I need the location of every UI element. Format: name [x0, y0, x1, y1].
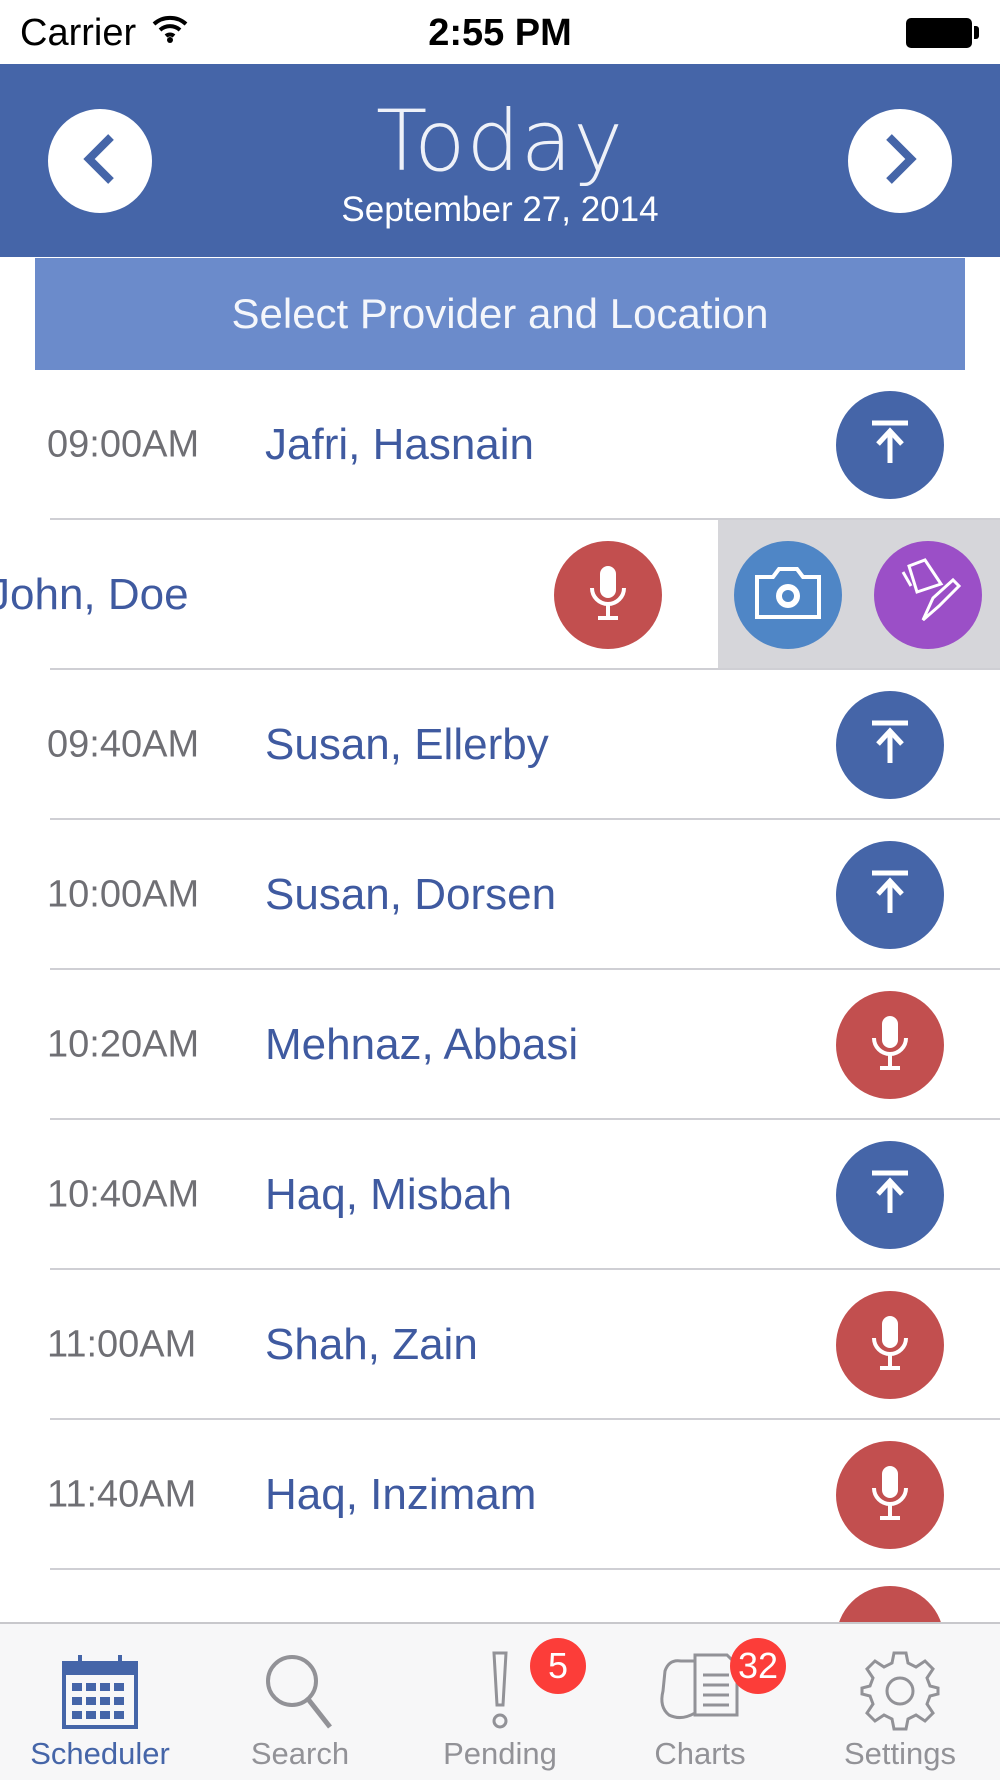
list-item[interactable]: 11:40AM Haq, Inzimam — [0, 1420, 1000, 1570]
tab-search[interactable]: Search — [200, 1624, 400, 1780]
date-header: Today September 27, 2014 — [0, 64, 1000, 257]
upload-icon — [866, 719, 914, 772]
appointment-time: 11:40AM — [47, 1473, 197, 1516]
calendar-icon — [55, 1646, 145, 1736]
upload-button[interactable] — [836, 391, 944, 499]
status-bar: Carrier 2:55 PM — [0, 0, 1000, 64]
list-item[interactable]: 09:40AM Susan, Ellerby — [0, 670, 1000, 820]
tab-pending[interactable]: Pending 5 — [400, 1624, 600, 1780]
list-item[interactable]: 10:20AM Mehnaz, Abbasi — [0, 970, 1000, 1120]
patient-name: Susan, Ellerby — [265, 720, 549, 769]
microphone-icon — [868, 1014, 912, 1077]
tab-charts[interactable]: Charts 32 — [600, 1624, 800, 1780]
tab-label: Search — [250, 1736, 350, 1771]
tab-label: Scheduler — [30, 1736, 170, 1771]
battery-icon — [906, 18, 972, 48]
upload-button[interactable] — [836, 1141, 944, 1249]
tab-bar: Scheduler Search Pending 5 Charts 32 Set… — [0, 1622, 1000, 1780]
patient-name: Susan, Dorsen — [265, 870, 557, 919]
appointment-time: 10:40AM — [47, 1173, 200, 1216]
record-button[interactable] — [836, 991, 944, 1099]
pending-badge: 5 — [530, 1638, 586, 1694]
patient-name: Shah, Zain — [265, 1320, 478, 1369]
appointment-time: 10:20AM — [47, 1023, 200, 1066]
list-item[interactable]: 10:40AM Haq, Misbah — [0, 1120, 1000, 1270]
gear-icon — [855, 1646, 945, 1736]
tab-label: Charts — [654, 1736, 746, 1771]
tab-scheduler[interactable]: Scheduler — [0, 1624, 200, 1780]
pencil-icon — [893, 557, 963, 633]
microphone-icon — [868, 1314, 912, 1377]
list-item[interactable]: 11:00AM Shah, Zain — [0, 1270, 1000, 1420]
upload-icon — [866, 869, 914, 922]
list-item[interactable]: 09:00AM Jafri, Hasnain — [0, 370, 1000, 520]
tab-label: Settings — [843, 1736, 956, 1771]
tab-settings[interactable]: Settings — [800, 1624, 1000, 1780]
swiped-row-content[interactable]: John, Doe — [0, 520, 718, 670]
patient-name: Haq, Inzimam — [265, 1470, 537, 1519]
appointment-time: 11:00AM — [47, 1323, 197, 1366]
record-button[interactable] — [554, 541, 662, 649]
patient-name: Jafri, Hasnain — [265, 420, 535, 469]
upload-icon — [866, 1169, 914, 1222]
patient-name: Mehnaz, Abbasi — [265, 1020, 579, 1069]
list-item-swiped[interactable]: John, Doe — [0, 520, 1000, 670]
charts-badge: 32 — [730, 1638, 787, 1694]
battery-nub — [974, 26, 979, 39]
record-button[interactable] — [836, 1291, 944, 1399]
appointment-time: 10:00AM — [47, 873, 200, 916]
upload-button[interactable] — [836, 841, 944, 949]
list-item[interactable]: 10:00AM Susan, Dorsen — [0, 820, 1000, 970]
header-date: September 27, 2014 — [341, 190, 659, 229]
patient-name: Haq, Misbah — [265, 1170, 513, 1219]
patient-name: John, Doe — [0, 570, 189, 619]
draw-button[interactable] — [874, 541, 982, 649]
tab-label: Pending — [443, 1736, 557, 1771]
row-divider — [50, 1568, 1000, 1570]
status-time: 2:55 PM — [428, 12, 572, 54]
select-provider-button[interactable]: Select Provider and Location — [35, 258, 965, 370]
appointment-time: 09:00AM — [47, 423, 200, 466]
record-button[interactable] — [836, 1441, 944, 1549]
chevron-right-icon — [875, 131, 925, 192]
camera-button[interactable] — [734, 541, 842, 649]
provider-bar-label: Select Provider and Location — [231, 290, 769, 337]
microphone-icon — [586, 564, 630, 627]
upload-button[interactable] — [836, 691, 944, 799]
swipe-actions — [718, 520, 1000, 670]
next-day-button[interactable] — [848, 109, 952, 213]
camera-icon — [753, 565, 823, 626]
appointment-time: 09:40AM — [47, 723, 200, 766]
upload-icon — [866, 419, 914, 472]
microphone-icon — [868, 1464, 912, 1527]
search-icon — [255, 1646, 345, 1736]
